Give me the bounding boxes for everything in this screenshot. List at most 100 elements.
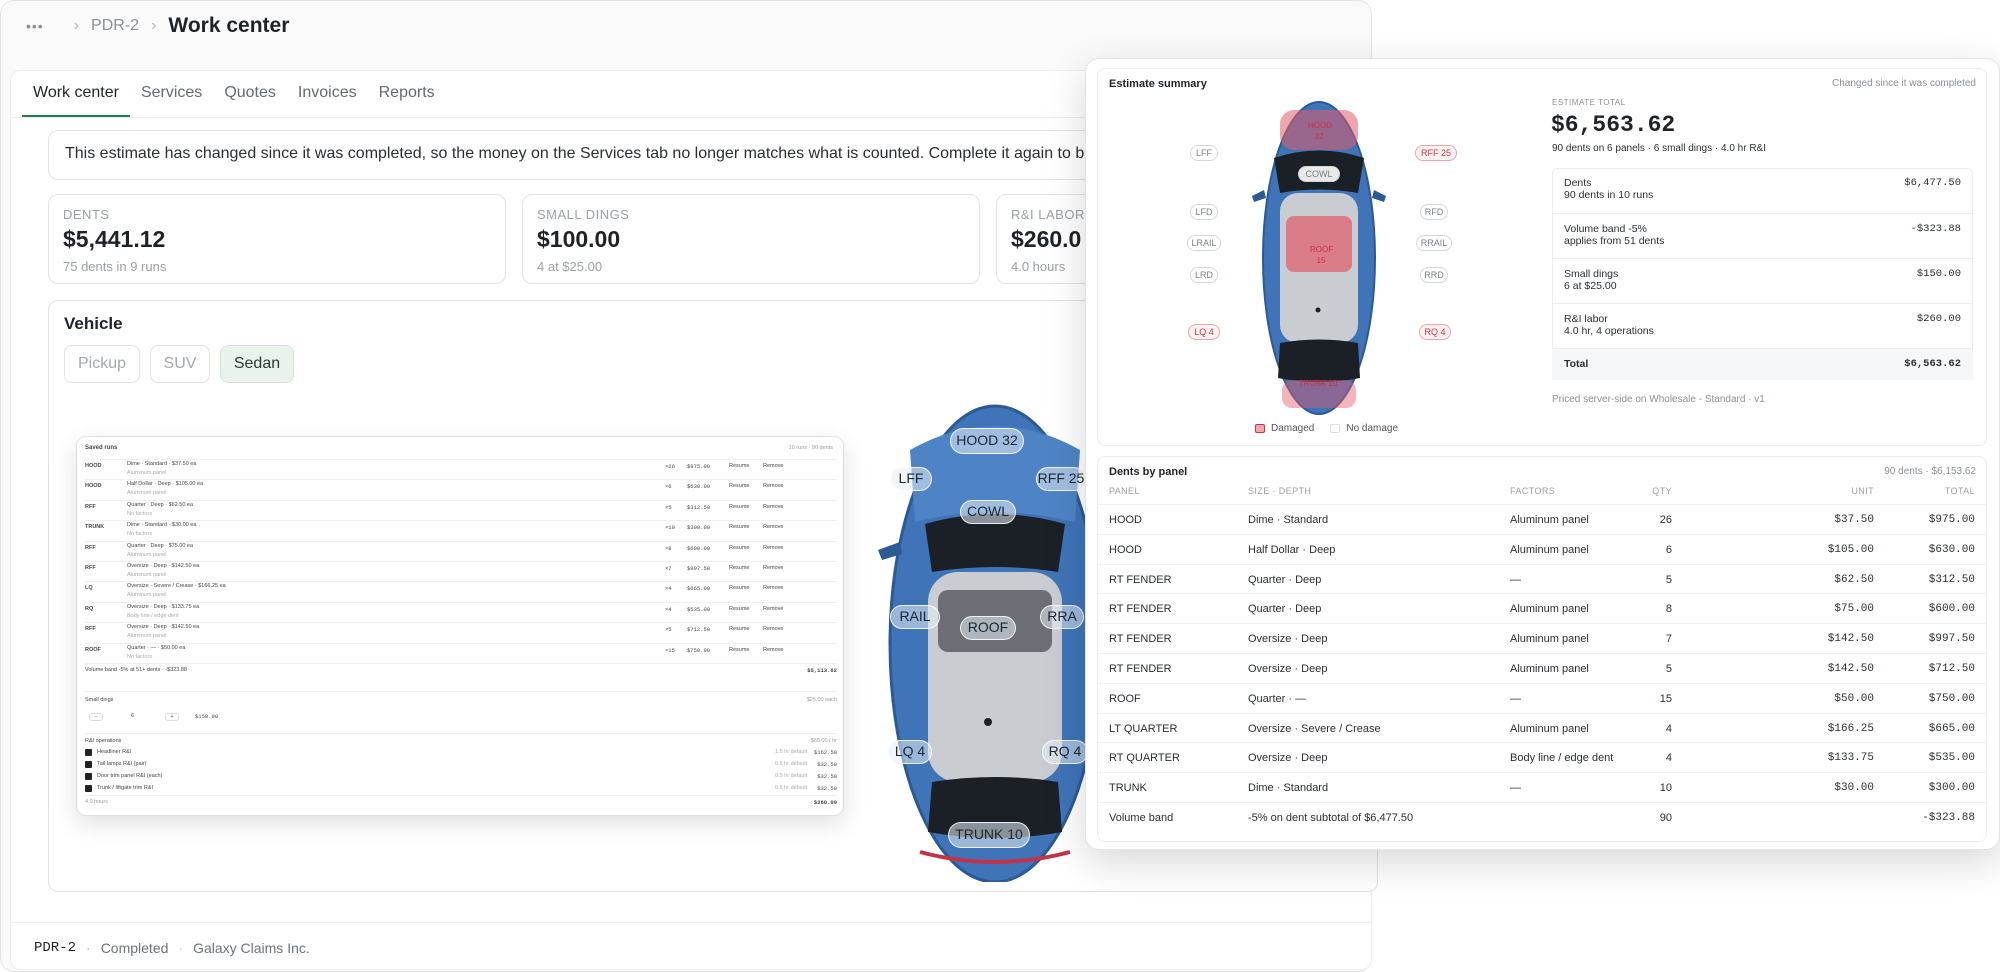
col-panel: PANEL bbox=[1109, 486, 1140, 496]
sum-car-label-rrail[interactable]: RRAIL bbox=[1416, 235, 1452, 251]
ri-checkbox[interactable] bbox=[85, 749, 92, 756]
dents-table-header: PANEL SIZE · DEPTH FACTORS QTY UNIT TOTA… bbox=[1097, 486, 1987, 504]
resume-button[interactable]: Resume bbox=[729, 647, 749, 653]
ri-checkbox[interactable] bbox=[85, 761, 92, 768]
row-factors: Aluminum panel bbox=[1510, 722, 1589, 735]
run-sub: Aluminum panel bbox=[127, 572, 167, 578]
car-label-rrail[interactable]: RRA bbox=[1040, 605, 1084, 629]
vehicle-type-suv[interactable]: SUV bbox=[150, 345, 210, 383]
remove-button[interactable]: Remove bbox=[763, 504, 783, 510]
car-label-lff[interactable]: LFF bbox=[890, 467, 932, 491]
breadcrumb-parent[interactable]: PDR-2 bbox=[91, 17, 139, 35]
ellipsis-icon[interactable]: ••• bbox=[26, 18, 44, 34]
car-label-rff[interactable]: RFF 25 bbox=[1036, 467, 1086, 491]
sum-car-label-lrd[interactable]: LRD bbox=[1190, 267, 1218, 283]
tab-quotes[interactable]: Quotes bbox=[213, 80, 287, 118]
mini-minus-button[interactable]: − bbox=[89, 713, 103, 721]
mini-small-dings-qty[interactable]: 6 bbox=[131, 713, 134, 719]
ri-note: 0.5 hr default bbox=[775, 773, 808, 779]
run-desc: Oversize · Severe / Crease · $166.25 ea bbox=[127, 583, 226, 590]
sum-car-label-lq[interactable]: LQ 4 bbox=[1188, 324, 1220, 340]
dents-table-row: RT FENDER Quarter · Deep — 5 $62.50 $312.50 bbox=[1097, 563, 1987, 594]
car-label-trunk[interactable]: TRUNK 10 bbox=[948, 822, 1030, 848]
row-total: $535.00 bbox=[1928, 752, 1975, 765]
sum-car-label-roof[interactable]: ROOF 15 bbox=[1310, 244, 1333, 265]
remove-button[interactable]: Remove bbox=[763, 524, 783, 530]
row-size-depth: Dime · Standard bbox=[1248, 782, 1329, 795]
row-unit: $37.50 bbox=[1834, 514, 1874, 526]
resume-button[interactable]: Resume bbox=[729, 626, 749, 632]
car-label-cowl[interactable]: COWL bbox=[960, 500, 1016, 524]
resume-button[interactable]: Resume bbox=[729, 565, 749, 571]
resume-button[interactable]: Resume bbox=[729, 585, 749, 591]
row-qty: 6 bbox=[1665, 543, 1672, 556]
saved-runs-card: Saved runs 10 runs · 90 dents HOOD Dime ·… bbox=[76, 436, 844, 816]
remove-button[interactable]: Remove bbox=[763, 626, 783, 632]
remove-button[interactable]: Remove bbox=[763, 545, 783, 551]
resume-button[interactable]: Resume bbox=[729, 483, 749, 489]
resume-button[interactable]: Resume bbox=[729, 545, 749, 551]
ri-checkbox[interactable] bbox=[85, 773, 92, 780]
sum-car-label-cowl[interactable]: COWL bbox=[1298, 166, 1340, 182]
dents-table-row: Volume band -5% on dent subtotal of $6,47… bbox=[1097, 802, 1987, 832]
status-client: Galaxy Claims Inc. bbox=[193, 939, 310, 956]
remove-button[interactable]: Remove bbox=[763, 565, 783, 571]
car-label-rq[interactable]: RQ 4 bbox=[1042, 740, 1088, 764]
car-label-lq[interactable]: LQ 4 bbox=[888, 740, 932, 764]
run-sub: Aluminum panel bbox=[127, 490, 167, 497]
vehicle-type-sedan[interactable]: Sedan bbox=[220, 345, 294, 383]
run-panel: HOOD bbox=[85, 463, 102, 469]
vehicle-title: Vehicle bbox=[64, 314, 123, 333]
line-amount: $150.00 bbox=[1916, 268, 1961, 280]
car-label-hood[interactable]: HOOD 32 bbox=[950, 428, 1024, 454]
legend-no-damage: No damage bbox=[1346, 423, 1399, 434]
sum-car-label-rq[interactable]: RQ 4 bbox=[1419, 324, 1451, 340]
sum-car-label-trunk[interactable]: TRUNK 10 bbox=[1296, 378, 1340, 390]
sum-car-label-hood[interactable]: HOOD 32 bbox=[1308, 120, 1332, 141]
car-label-lrail[interactable]: RAIL bbox=[890, 605, 940, 629]
tab-work-center[interactable]: Work center bbox=[22, 80, 130, 118]
sum-car-label-lff[interactable]: LFF bbox=[1190, 145, 1218, 161]
sum-car-label-lfd[interactable]: LFD bbox=[1190, 204, 1218, 220]
vehicle-type-pickup[interactable]: Pickup bbox=[64, 345, 140, 383]
damaged-swatch bbox=[1255, 424, 1265, 433]
saved-run-row: TRUNK Dime · Standard · $30.00 ea No facto… bbox=[85, 520, 837, 540]
resume-button[interactable]: Resume bbox=[729, 524, 749, 530]
stat-value: $100.00 bbox=[537, 226, 621, 252]
car-label-roof[interactable]: ROOF bbox=[960, 616, 1016, 640]
remove-button[interactable]: Remove bbox=[763, 606, 783, 612]
ri-checkbox[interactable] bbox=[85, 785, 92, 792]
row-size-depth: Quarter · Deep bbox=[1248, 573, 1322, 586]
sum-car-label-rrd[interactable]: RRD bbox=[1420, 267, 1448, 283]
run-desc: Quarter · — · $50.00 ea bbox=[127, 644, 186, 651]
tab-invoices[interactable]: Invoices bbox=[287, 80, 368, 118]
remove-button[interactable]: Remove bbox=[763, 483, 783, 489]
remove-button[interactable]: Remove bbox=[763, 585, 783, 591]
stat-value: $5,441.12 bbox=[63, 226, 166, 252]
row-panel: HOOD bbox=[1109, 543, 1142, 556]
resume-button[interactable]: Resume bbox=[729, 606, 749, 612]
ri-label: Tail lamps R&I (pair) bbox=[97, 761, 147, 767]
tab-reports[interactable]: Reports bbox=[368, 80, 446, 118]
run-amount: $997.50 bbox=[687, 565, 711, 572]
run-amount: $665.00 bbox=[687, 585, 711, 593]
line-label: Dents bbox=[1564, 177, 1592, 189]
ri-amount: $162.50 bbox=[813, 749, 837, 756]
remove-button[interactable]: Remove bbox=[763, 647, 783, 653]
run-sub: Aluminum panel bbox=[127, 592, 167, 599]
remove-button[interactable]: Remove bbox=[763, 463, 783, 469]
dents-table-row: RT FENDER Oversize · Deep Aluminum panel 5 $… bbox=[1097, 653, 1987, 683]
resume-button[interactable]: Resume bbox=[729, 504, 749, 510]
sum-car-label-rff[interactable]: RFF 25 bbox=[1415, 145, 1457, 161]
sum-car-label-rfd[interactable]: RFD bbox=[1420, 204, 1448, 220]
run-desc: Oversize · Deep · $133.75 ea bbox=[127, 603, 200, 610]
mini-ri-hours: 4.0 hours bbox=[85, 799, 108, 805]
dents-table-row: HOOD Dime · Standard Aluminum panel 26 $37.5… bbox=[1097, 504, 1987, 534]
sum-car-label-lrail[interactable]: LRAIL bbox=[1187, 235, 1221, 251]
resume-button[interactable]: Resume bbox=[729, 463, 749, 469]
mini-plus-button[interactable]: + bbox=[165, 713, 179, 721]
mini-ri-total: $260.00 bbox=[813, 799, 837, 806]
tab-services[interactable]: Services bbox=[130, 80, 213, 118]
row-total: $712.50 bbox=[1928, 663, 1975, 675]
row-total: $997.50 bbox=[1928, 633, 1975, 646]
